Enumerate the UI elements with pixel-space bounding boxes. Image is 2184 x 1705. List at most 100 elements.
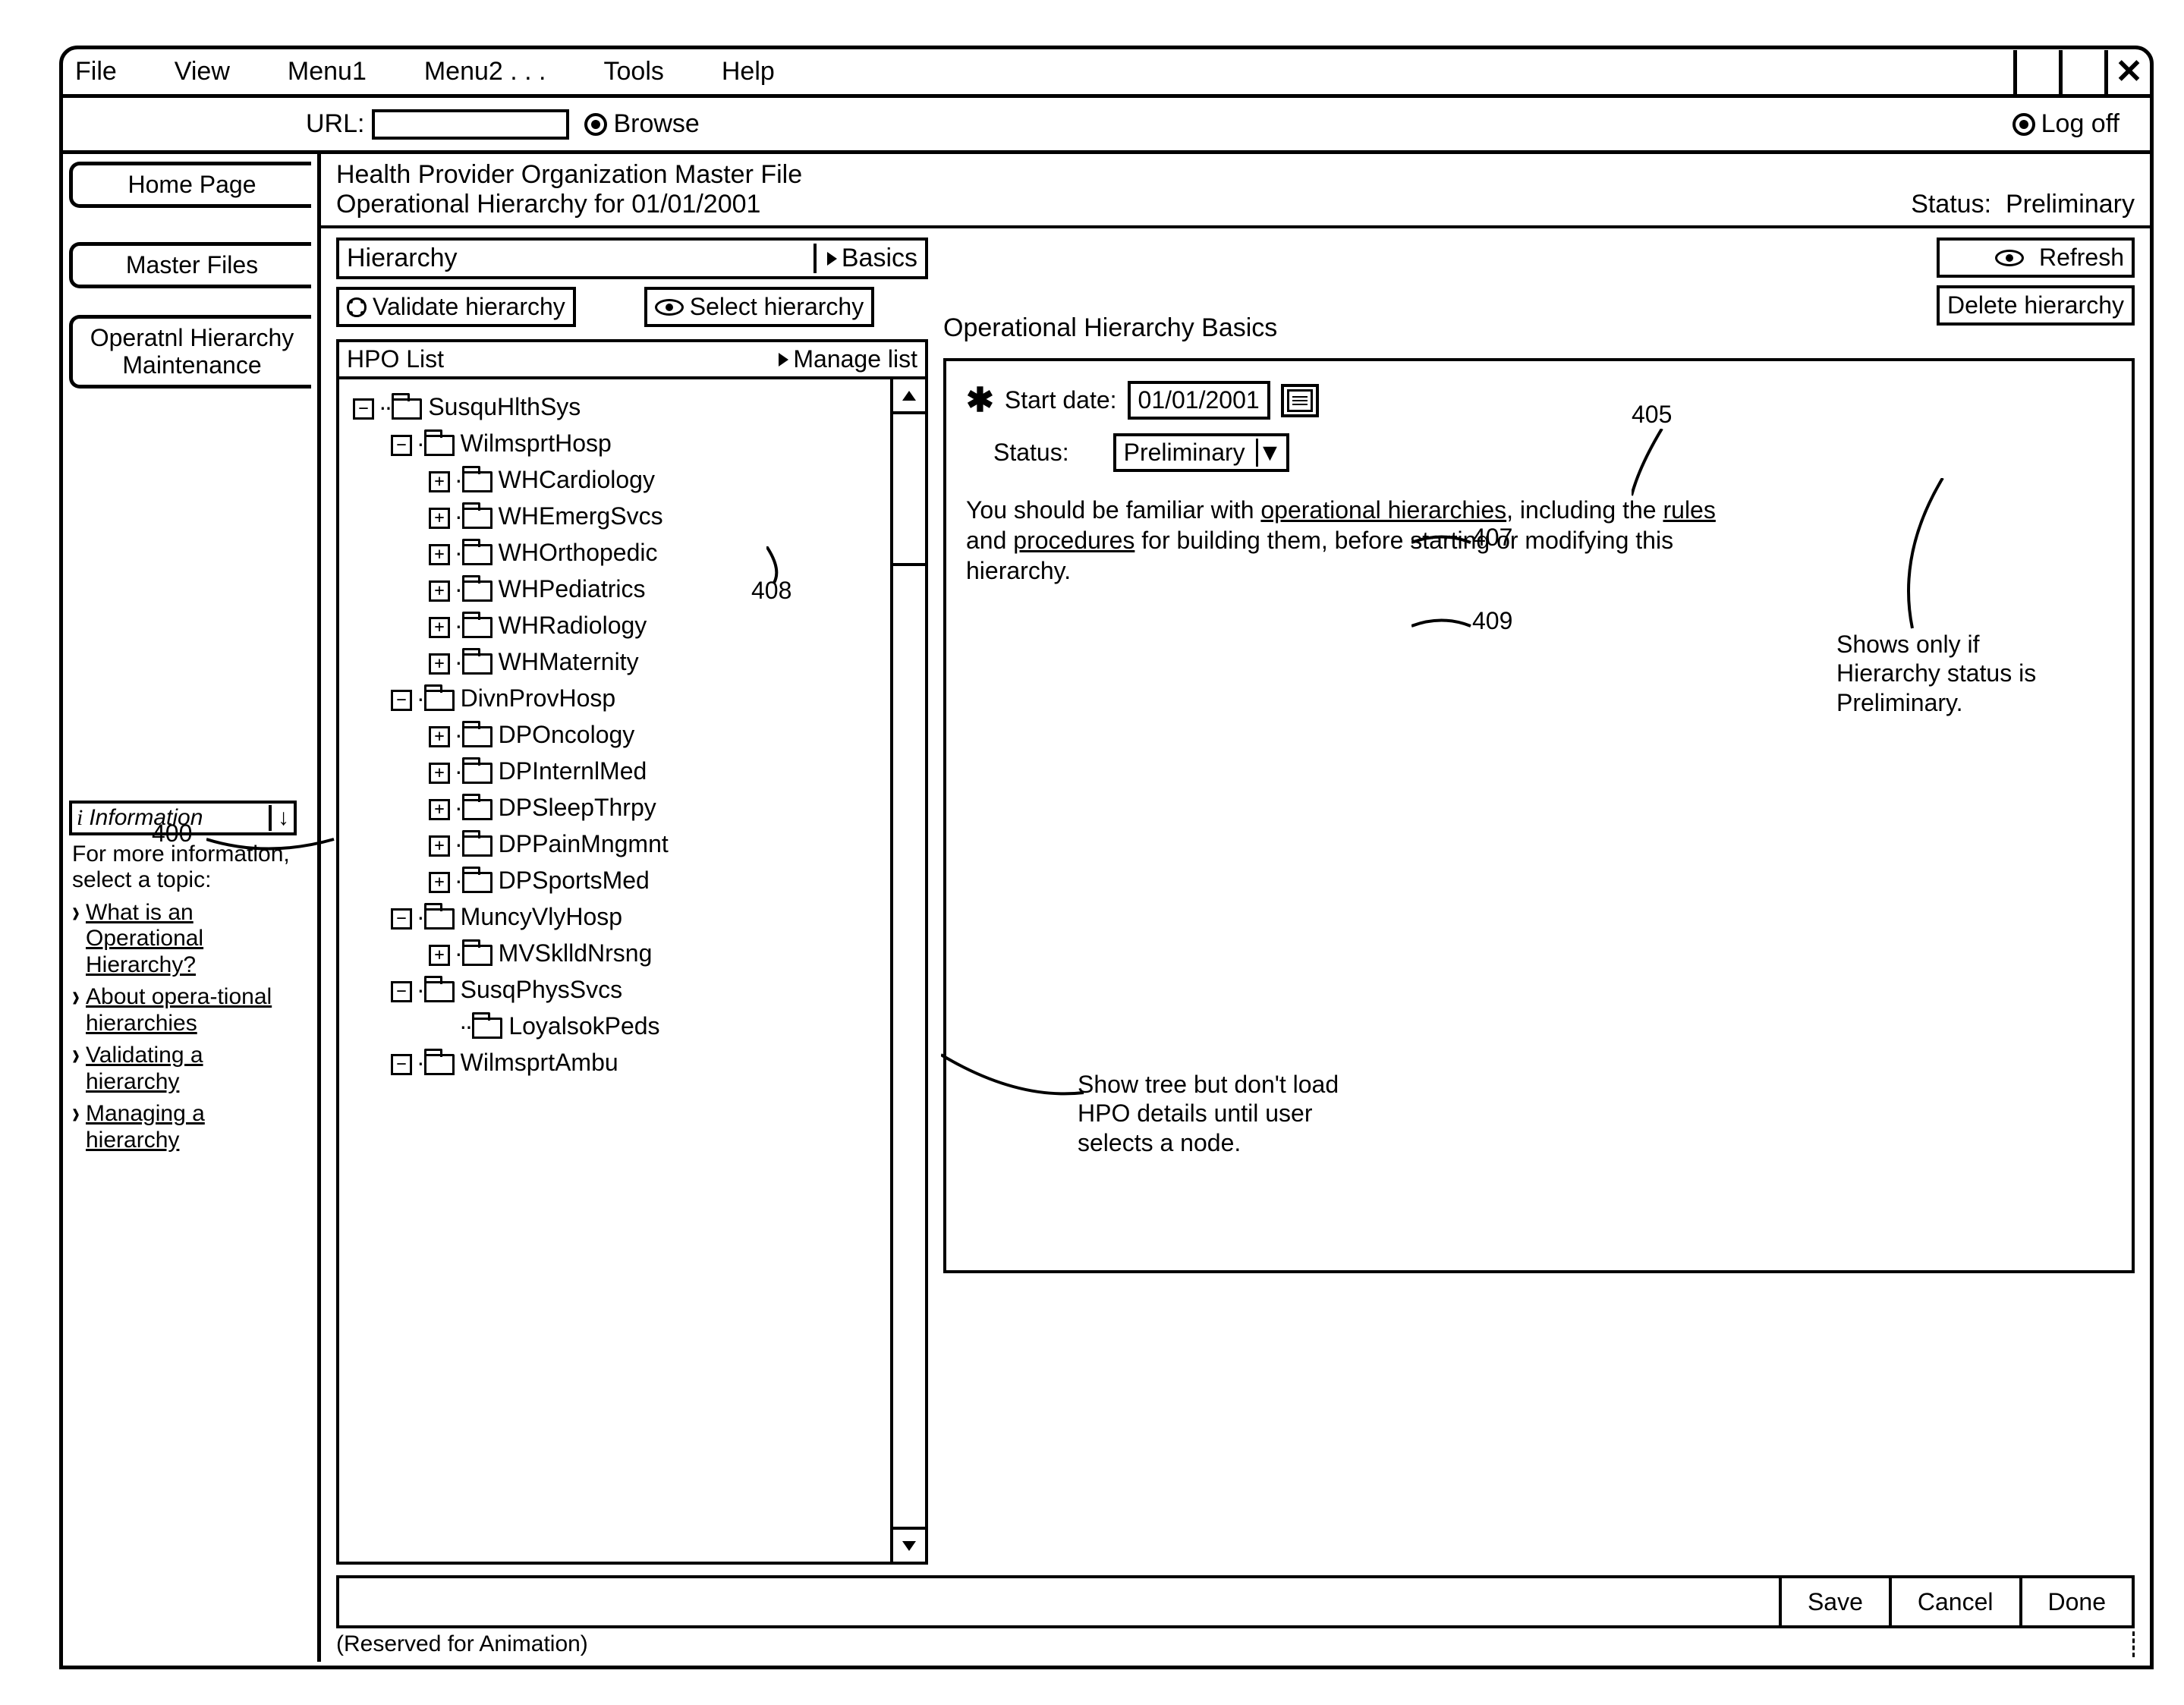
link-operational-hierarchies[interactable]: operational hierarchies (1260, 496, 1506, 524)
expand-icon[interactable]: + (429, 799, 450, 820)
window-blank-1[interactable] (2013, 50, 2059, 94)
info-link-what-is[interactable]: What is an Operational Hierarchy? (72, 900, 294, 979)
info-link-managing[interactable]: Managing a hierarchy (72, 1101, 294, 1153)
triangle-right-icon (779, 353, 788, 366)
tree-node[interactable]: DPOncology (499, 721, 635, 748)
expand-icon[interactable]: + (429, 763, 450, 784)
refresh-button[interactable]: Refresh (1937, 238, 2135, 278)
chevron-down-icon: ▼ (1256, 439, 1279, 467)
hpo-tree[interactable]: −··SusquHlthSys −·WilmsprtHosp +·WHCardi… (339, 379, 890, 1562)
collapse-icon[interactable]: − (391, 690, 412, 711)
tree-node[interactable]: SusquHlthSys (428, 393, 581, 420)
expand-icon[interactable]: + (429, 872, 450, 893)
folder-icon (462, 763, 493, 784)
browse-button[interactable]: Browse (584, 109, 699, 139)
menu-help[interactable]: Help (716, 54, 781, 90)
info-link-about[interactable]: About opera-tional hierarchies (72, 984, 294, 1037)
calendar-button[interactable] (1281, 384, 1319, 417)
folder-icon (424, 690, 455, 711)
tree-node[interactable]: WHPediatrics (499, 575, 646, 602)
folder-icon (472, 1018, 502, 1039)
tree-node[interactable]: WilmsprtHosp (461, 429, 612, 457)
content-header: Health Provider Organization Master File… (321, 154, 2150, 228)
select-hierarchy-button[interactable]: Select hierarchy (644, 287, 874, 327)
manage-list-dropdown[interactable]: Manage list (779, 345, 917, 373)
expand-icon[interactable]: + (429, 835, 450, 857)
calendar-icon (1287, 389, 1313, 412)
tree-node[interactable]: DPSleepThrpy (499, 794, 656, 821)
expand-icon[interactable]: + (429, 945, 450, 966)
collapse-icon[interactable]: − (391, 1054, 412, 1075)
expand-icon[interactable]: + (429, 508, 450, 529)
tree-node[interactable]: DPSportsMed (499, 867, 650, 894)
tree-node[interactable]: MVSklldNrsng (499, 939, 653, 967)
header-status-label: Status: (1911, 190, 1991, 219)
folder-icon (462, 471, 493, 492)
tree-node[interactable]: WHMaternity (499, 648, 639, 675)
status-label: Status: (993, 439, 1069, 467)
tree-node[interactable]: WHEmergSvcs (499, 502, 663, 530)
basics-title: Operational Hierarchy Basics (943, 313, 1277, 343)
info-link-validating[interactable]: Validating a hierarchy (72, 1043, 294, 1095)
scroll-up-icon[interactable] (893, 379, 925, 414)
expand-icon[interactable]: + (429, 726, 450, 747)
scroll-down-icon[interactable] (893, 1527, 925, 1562)
status-select[interactable]: Preliminary ▼ (1113, 433, 1289, 472)
expand-icon[interactable]: + (429, 580, 450, 602)
scroll-thumb[interactable] (893, 414, 925, 566)
tree-node[interactable]: WHOrthopedic (499, 539, 658, 566)
done-button[interactable]: Done (2019, 1578, 2132, 1625)
folder-icon (462, 835, 493, 857)
link-procedures[interactable]: procedures (1013, 527, 1134, 554)
refresh-label: Refresh (2039, 244, 2124, 272)
expand-icon[interactable]: + (429, 544, 450, 565)
collapse-icon[interactable]: − (391, 981, 412, 1002)
basics-dropdown[interactable]: Basics (813, 244, 917, 273)
tree-scrollbar[interactable] (890, 379, 925, 1562)
save-button[interactable]: Save (1779, 1578, 1889, 1625)
cancel-button[interactable]: Cancel (1889, 1578, 2019, 1625)
tab-operational-hierarchy-maintenance[interactable]: Operatnl Hierarchy Maintenance (69, 315, 311, 388)
folder-icon (424, 908, 455, 930)
folder-icon (462, 799, 493, 820)
tree-node[interactable]: WHCardiology (499, 466, 655, 493)
folder-icon (424, 1054, 455, 1075)
delete-hierarchy-button[interactable]: Delete hierarchy (1937, 285, 2135, 326)
tree-node[interactable]: DivnProvHosp (461, 684, 616, 712)
menu-menu1[interactable]: Menu1 (282, 54, 373, 90)
expand-icon[interactable]: + (429, 653, 450, 675)
tab-home-page[interactable]: Home Page (69, 162, 311, 208)
menu-view[interactable]: View (168, 54, 236, 90)
menu-file[interactable]: File (69, 54, 123, 90)
expand-icon[interactable]: + (429, 471, 450, 492)
collapse-icon[interactable]: − (391, 908, 412, 930)
menu-menu2[interactable]: Menu2 . . . (418, 54, 552, 90)
tab-master-files[interactable]: Master Files (69, 242, 311, 288)
info-header-label: Information (89, 805, 203, 831)
tree-node[interactable]: WilmsprtAmbu (461, 1049, 618, 1076)
left-column: Home Page Master Files Operatnl Hierarch… (63, 154, 321, 1662)
tree-node[interactable]: LoyalsokPeds (508, 1012, 659, 1040)
expand-icon[interactable]: + (429, 617, 450, 638)
collapse-icon[interactable]: − (391, 435, 412, 456)
page-title-line2: Operational Hierarchy for 01/01/2001 (336, 190, 802, 219)
tree-node[interactable]: MuncyVlyHosp (461, 903, 622, 930)
window-blank-2[interactable] (2059, 50, 2104, 94)
folder-icon (462, 508, 493, 529)
window-close-button[interactable]: ✕ (2104, 50, 2150, 94)
application-window: File View Menu1 Menu2 . . . Tools Help ✕… (59, 46, 2154, 1669)
tree-node[interactable]: WHRadiology (499, 612, 647, 639)
start-date-input[interactable]: 01/01/2001 (1128, 381, 1270, 420)
collapse-icon[interactable]: − (353, 398, 374, 420)
tree-node[interactable]: SusqPhysSvcs (461, 976, 622, 1003)
tree-node[interactable]: DPPainMngmnt (499, 830, 669, 857)
url-input[interactable] (372, 109, 569, 140)
validate-hierarchy-button[interactable]: Validate hierarchy (336, 287, 576, 327)
logoff-button[interactable]: Log off (2012, 109, 2119, 139)
chevron-down-icon: ↓ (269, 805, 289, 831)
info-intro: For more information, select a topic: (72, 841, 290, 893)
link-rules[interactable]: rules (1663, 496, 1715, 524)
information-panel-header[interactable]: i Information ↓ (69, 801, 297, 835)
tree-node[interactable]: DPInternlMed (499, 757, 647, 785)
menu-tools[interactable]: Tools (598, 54, 670, 90)
